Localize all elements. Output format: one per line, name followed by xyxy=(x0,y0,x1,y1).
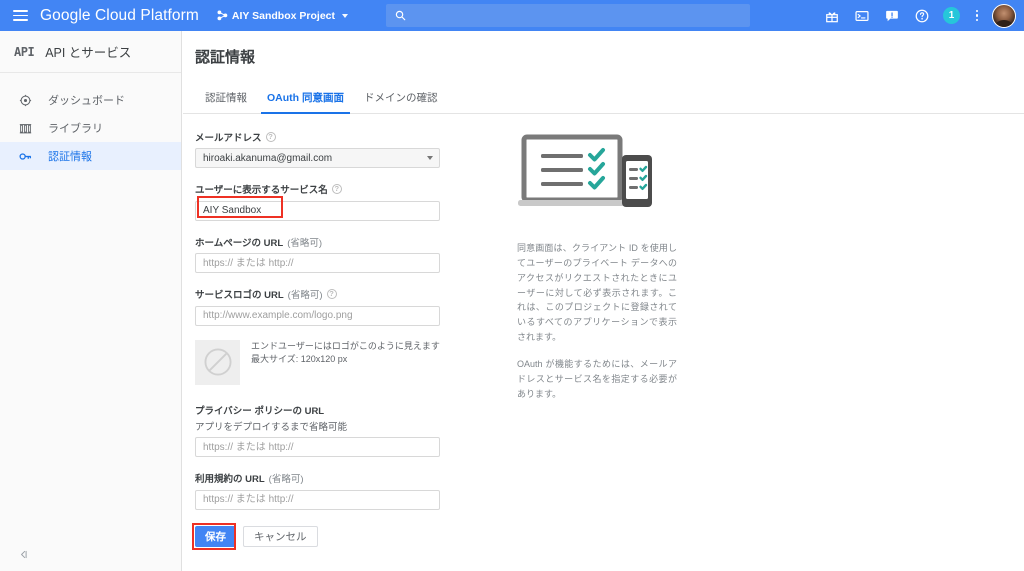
help-icon[interactable] xyxy=(907,0,937,31)
field-service-name: ユーザーに表示するサービス名 ? xyxy=(195,182,457,221)
field-email: メールアドレス ? hiroaki.akanuma@gmail.com xyxy=(195,130,457,168)
feedback-icon[interactable] xyxy=(877,0,907,31)
sidebar-item-dashboard[interactable]: ダッシュボード xyxy=(0,86,181,114)
search-input[interactable] xyxy=(413,8,713,23)
service-name-label-text: ユーザーに表示するサービス名 xyxy=(195,185,328,196)
field-label: サービスロゴの URL (省略可) ? xyxy=(195,287,457,301)
logo-url-input[interactable] xyxy=(195,305,440,326)
collapse-sidebar-icon[interactable] xyxy=(14,545,32,563)
cancel-button[interactable]: キャンセル xyxy=(243,525,318,547)
save-button[interactable]: 保存 xyxy=(195,525,236,547)
more-options-icon[interactable] xyxy=(966,0,988,31)
library-icon xyxy=(18,121,32,135)
sidebar-item-credentials[interactable]: 認証情報 xyxy=(0,142,181,170)
logo-note-primary: エンドユーザーにはロゴがこのように見えます xyxy=(251,340,440,351)
sidebar-item-label: 認証情報 xyxy=(48,151,92,163)
content-area: メールアドレス ? hiroaki.akanuma@gmail.com ユーザー… xyxy=(183,114,1024,550)
terms-url-label-text: 利用規約の URL xyxy=(195,474,265,485)
notification-badge[interactable]: 1 xyxy=(943,7,960,24)
homepage-url-label-text: ホームページの URL xyxy=(195,237,284,249)
field-logo-url: サービスロゴの URL (省略可) ? xyxy=(195,287,457,326)
sidebar-header: API API とサービス xyxy=(0,31,181,73)
help-icon[interactable]: ? xyxy=(331,184,342,194)
privacy-url-sublabel: アプリをデプロイするまで省略可能 xyxy=(195,421,348,433)
tab-credentials[interactable]: 認証情報 xyxy=(195,90,257,113)
sidebar-item-label: ダッシュボード xyxy=(48,95,125,107)
email-select-wrap: hiroaki.akanuma@gmail.com xyxy=(195,148,440,168)
form-actions: 保存 キャンセル xyxy=(192,522,457,550)
field-label: プライバシー ポリシーの URL xyxy=(195,403,457,417)
top-right-actions: 1 xyxy=(817,0,1018,31)
app-root: Google Cloud Platform AIY Sandbox Projec… xyxy=(0,0,1024,571)
cloud-shell-icon[interactable] xyxy=(847,0,877,31)
field-label: メールアドレス ? xyxy=(195,130,457,144)
info-paragraph-2: OAuth が機能するためには、メールアドレスとサービス名を指定する必要がありま… xyxy=(517,358,677,399)
field-label: ホームページの URL (省略可) xyxy=(195,235,457,249)
sidebar-title: API とサービス xyxy=(45,46,132,60)
homepage-url-input[interactable] xyxy=(195,253,440,273)
optional-tag: (省略可) xyxy=(268,474,304,485)
key-icon xyxy=(18,149,32,163)
page-header: 認証情報 xyxy=(183,31,1024,81)
project-selector[interactable]: AIY Sandbox Project xyxy=(217,10,348,22)
gift-icon[interactable] xyxy=(817,0,847,31)
tab-bar: 認証情報 OAuth 同意画面 ドメインの確認 xyxy=(183,81,1024,114)
field-label: 利用規約の URL (省略可) xyxy=(195,471,457,485)
hamburger-icon[interactable] xyxy=(0,0,38,31)
sidebar-nav: ダッシュボード ライブラリ 認証情報 xyxy=(0,73,181,170)
logo-note-size: 最大サイズ: 120x120 px xyxy=(251,354,348,364)
privacy-url-input[interactable] xyxy=(195,437,440,457)
info-panel: 同意画面は、クライアント ID を使用してユーザーのプライベート データへのアク… xyxy=(517,130,677,547)
page-title: 認証情報 xyxy=(195,48,256,66)
dashboard-icon xyxy=(18,93,32,107)
laptop-phone-checklist-illustration xyxy=(517,132,677,225)
logo-url-label-text: サービスロゴの URL xyxy=(195,290,284,301)
logo-preview: エンドユーザーにはロゴがこのように見えます 最大サイズ: 120x120 px xyxy=(195,339,457,385)
service-name-input[interactable] xyxy=(195,200,440,221)
help-icon[interactable]: ? xyxy=(265,132,276,142)
oauth-consent-form: メールアドレス ? hiroaki.akanuma@gmail.com ユーザー… xyxy=(192,130,457,550)
search-icon xyxy=(395,10,406,21)
brand-title: Google Cloud Platform xyxy=(40,6,199,24)
api-icon: API xyxy=(14,44,35,59)
left-sidebar: API API とサービス ダッシュボード ライブラリ 認証情報 xyxy=(0,31,182,571)
project-icon xyxy=(217,10,228,21)
info-paragraph-1: 同意画面は、クライアント ID を使用してユーザーのプライベート データへのアク… xyxy=(517,243,677,343)
sidebar-item-library[interactable]: ライブラリ xyxy=(0,114,181,142)
help-icon[interactable]: ? xyxy=(326,289,337,299)
logo-preview-notes: エンドユーザーにはロゴがこのように見えます 最大サイズ: 120x120 px xyxy=(251,340,440,367)
field-homepage-url: ホームページの URL (省略可) xyxy=(195,235,457,273)
top-header-bar: Google Cloud Platform AIY Sandbox Projec… xyxy=(0,0,1024,31)
field-privacy-url: プライバシー ポリシーの URL アプリをデプロイするまで省略可能 xyxy=(195,403,457,457)
sidebar-item-label: ライブラリ xyxy=(48,123,103,135)
privacy-url-label-text: プライバシー ポリシーの URL xyxy=(195,405,325,417)
global-search[interactable] xyxy=(386,4,750,27)
tab-domain-verification[interactable]: ドメインの確認 xyxy=(354,90,448,113)
optional-tag: (省略可) xyxy=(287,290,323,301)
tab-oauth-consent[interactable]: OAuth 同意画面 xyxy=(257,90,354,114)
chevron-down-icon xyxy=(342,13,348,18)
terms-url-input[interactable] xyxy=(195,489,440,510)
no-image-icon xyxy=(204,348,231,376)
optional-tag: (省略可) xyxy=(287,237,323,249)
logo-placeholder-box xyxy=(195,339,240,385)
email-label-text: メールアドレス xyxy=(195,133,262,144)
main-content: 認証情報 認証情報 OAuth 同意画面 ドメインの確認 メールアドレス ? h… xyxy=(183,31,1024,571)
project-name-label: AIY Sandbox Project xyxy=(231,9,335,22)
avatar[interactable] xyxy=(992,3,1016,28)
field-label: ユーザーに表示するサービス名 ? xyxy=(195,182,457,196)
field-terms-url: 利用規約の URL (省略可) xyxy=(195,471,457,510)
email-select[interactable]: hiroaki.akanuma@gmail.com xyxy=(195,148,440,168)
